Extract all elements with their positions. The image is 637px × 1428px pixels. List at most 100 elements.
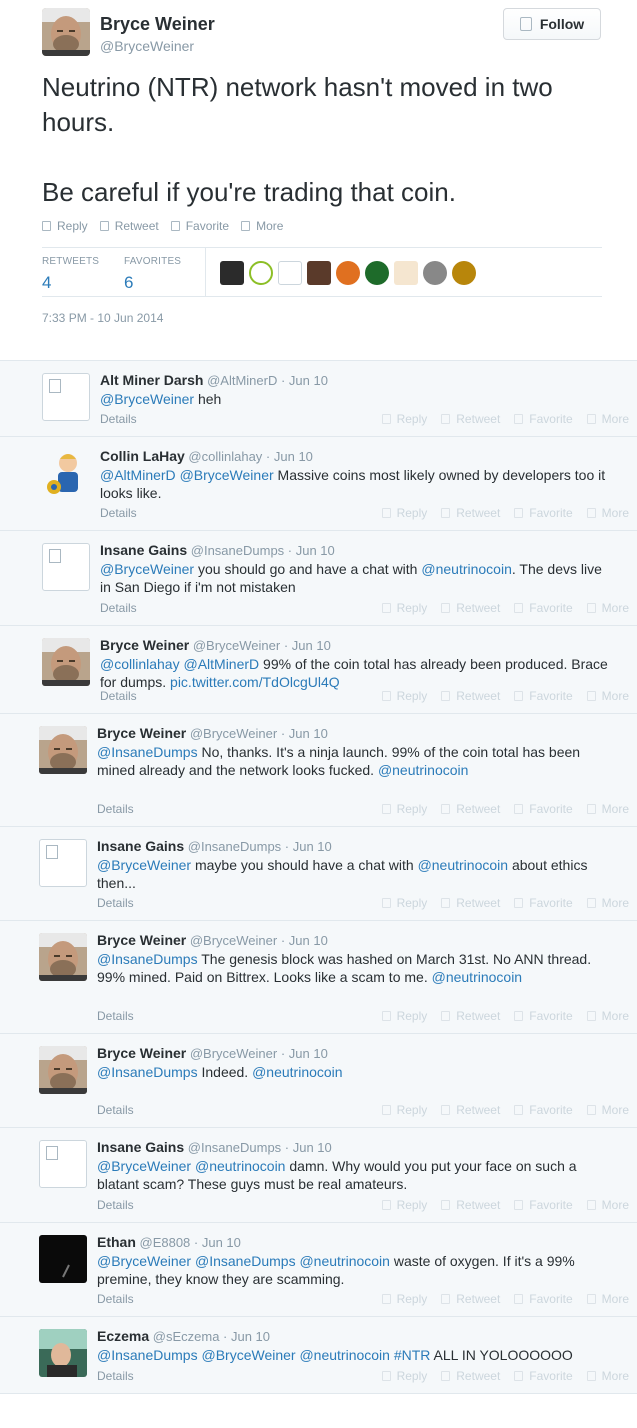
more-button[interactable]: More xyxy=(586,1103,629,1117)
reply-tweet[interactable]: Insane Gains @InsaneDumps · Jun 10 @Bryce… xyxy=(0,1128,637,1223)
mention-link[interactable]: @BryceWeiner xyxy=(201,1347,295,1363)
reply-date[interactable]: Jun 10 xyxy=(274,449,313,464)
reply-avatar[interactable] xyxy=(39,1140,87,1188)
reply-author-handle[interactable]: @BryceWeiner · xyxy=(186,1046,289,1061)
retweet-button[interactable]: Retweet xyxy=(441,1369,500,1383)
favoriter-avatar[interactable] xyxy=(278,261,302,285)
more-button[interactable]: More xyxy=(586,412,629,426)
reply-button[interactable]: Reply xyxy=(381,1009,427,1023)
favoriter-avatar[interactable] xyxy=(336,261,360,285)
mention-link[interactable]: @BryceWeiner xyxy=(100,391,194,407)
details-link[interactable]: Details xyxy=(100,689,137,703)
more-button[interactable]: More xyxy=(586,689,629,703)
reply-button[interactable]: Reply xyxy=(381,1292,427,1306)
reply-tweet[interactable]: Collin LaHay @collinlahay · Jun 10 @AltMi… xyxy=(0,437,637,531)
reply-date[interactable]: Jun 10 xyxy=(289,1046,328,1061)
more-button[interactable]: More xyxy=(586,1369,629,1383)
retweets-stat[interactable]: RETWEETS 4 xyxy=(42,256,99,293)
reply-author-name[interactable]: Insane Gains xyxy=(100,542,187,558)
mention-link[interactable]: @InsaneDumps xyxy=(195,1253,296,1269)
favorite-button[interactable]: Favorite xyxy=(514,1103,573,1117)
mention-link[interactable]: @neutrinocoin xyxy=(195,1158,286,1174)
mention-link[interactable]: @BryceWeiner xyxy=(100,561,194,577)
favorite-button[interactable]: Favorite xyxy=(514,1009,573,1023)
favoriter-avatar[interactable] xyxy=(423,261,447,285)
reply-author-handle[interactable]: @InsaneDumps · xyxy=(184,839,293,854)
mention-link[interactable]: @BryceWeiner xyxy=(180,467,274,483)
reply-author-handle[interactable]: @BryceWeiner · xyxy=(186,726,289,741)
more-button[interactable]: More xyxy=(586,802,629,816)
reply-avatar[interactable] xyxy=(42,638,90,686)
reply-date[interactable]: Jun 10 xyxy=(289,933,328,948)
mention-link[interactable]: @neutrinocoin xyxy=(418,857,509,873)
favoriter-avatar[interactable] xyxy=(220,261,244,285)
mention-link[interactable]: @BryceWeiner xyxy=(97,1253,191,1269)
reply-button[interactable]: Reply xyxy=(381,601,427,615)
reply-tweet[interactable]: Bryce Weiner @BryceWeiner · Jun 10 @Insan… xyxy=(0,1034,637,1128)
mention-link[interactable]: @InsaneDumps xyxy=(97,744,198,760)
reply-author-name[interactable]: Bryce Weiner xyxy=(97,932,186,948)
mention-link[interactable]: @neutrinocoin xyxy=(421,561,512,577)
reply-tweet[interactable]: Insane Gains @InsaneDumps · Jun 10 @Bryce… xyxy=(0,531,637,626)
reply-button[interactable]: Reply xyxy=(381,1103,427,1117)
reply-button[interactable]: Reply xyxy=(381,689,427,703)
favorite-button[interactable]: Favorite xyxy=(514,412,573,426)
mention-link[interactable]: @InsaneDumps xyxy=(97,951,198,967)
mention-link[interactable]: @BryceWeiner xyxy=(97,857,191,873)
reply-avatar[interactable] xyxy=(39,1329,87,1377)
favorite-button[interactable]: Favorite xyxy=(514,601,573,615)
favorites-stat[interactable]: FAVORITES 6 xyxy=(124,256,181,293)
author-name[interactable]: Bryce Weiner xyxy=(100,14,215,35)
details-link[interactable]: Details xyxy=(97,802,134,816)
reply-avatar[interactable] xyxy=(39,1046,87,1094)
favorite-button[interactable]: Favorite xyxy=(514,1198,573,1212)
mention-link[interactable]: @neutrinocoin xyxy=(299,1347,390,1363)
mention-link[interactable]: @neutrinocoin xyxy=(252,1064,343,1080)
details-link[interactable]: Details xyxy=(100,506,137,520)
reply-date[interactable]: Jun 10 xyxy=(202,1235,241,1250)
reply-author-name[interactable]: Bryce Weiner xyxy=(97,725,186,741)
favorite-button[interactable]: Favorite xyxy=(514,506,573,520)
reply-date[interactable]: Jun 10 xyxy=(293,839,332,854)
more-button[interactable]: More xyxy=(586,1198,629,1212)
more-button[interactable]: More xyxy=(586,601,629,615)
favoriter-avatar[interactable] xyxy=(452,261,476,285)
reply-date[interactable]: Jun 10 xyxy=(293,1140,332,1155)
details-link[interactable]: Details xyxy=(100,412,137,426)
reply-author-handle[interactable]: @InsaneDumps · xyxy=(184,1140,293,1155)
details-link[interactable]: Details xyxy=(100,601,137,615)
retweet-button[interactable]: Retweet xyxy=(99,219,159,233)
reply-date[interactable]: Jun 10 xyxy=(292,638,331,653)
reply-tweet[interactable]: Eczema @sEczema · Jun 10 @InsaneDumps @Br… xyxy=(0,1317,637,1394)
reply-tweet[interactable]: Bryce Weiner @BryceWeiner · Jun 10 @colli… xyxy=(0,626,637,714)
reply-author-handle[interactable]: @BryceWeiner · xyxy=(186,933,289,948)
retweet-button[interactable]: Retweet xyxy=(441,1198,500,1212)
reply-avatar[interactable] xyxy=(39,1235,87,1283)
more-button[interactable]: More xyxy=(586,506,629,520)
reply-author-handle[interactable]: @InsaneDumps · xyxy=(187,543,296,558)
reply-tweet[interactable]: Bryce Weiner @BryceWeiner · Jun 10 @Insan… xyxy=(0,714,637,827)
details-link[interactable]: Details xyxy=(97,1369,134,1383)
retweet-button[interactable]: Retweet xyxy=(441,689,500,703)
reply-author-name[interactable]: Alt Miner Darsh xyxy=(100,372,203,388)
reply-tweet[interactable]: Ethan @E8808 · Jun 10 @BryceWeiner @Insan… xyxy=(0,1223,637,1317)
favorite-button[interactable]: Favorite xyxy=(514,1369,573,1383)
reply-date[interactable]: Jun 10 xyxy=(296,543,335,558)
favorite-button[interactable]: Favorite xyxy=(170,219,229,233)
mention-link[interactable]: pic.twitter.com/TdOlcgUl4Q xyxy=(170,674,340,690)
favoriter-avatar[interactable] xyxy=(394,261,418,285)
favorite-button[interactable]: Favorite xyxy=(514,896,573,910)
reply-author-handle[interactable]: @E8808 · xyxy=(136,1235,202,1250)
tweet-timestamp[interactable]: 7:33 PM - 10 Jun 2014 xyxy=(42,311,163,325)
reply-button[interactable]: Reply xyxy=(381,802,427,816)
more-button[interactable]: More xyxy=(586,1009,629,1023)
retweet-button[interactable]: Retweet xyxy=(441,1103,500,1117)
more-button[interactable]: More xyxy=(241,219,283,233)
reply-button[interactable]: Reply xyxy=(42,219,88,233)
mention-link[interactable]: @InsaneDumps xyxy=(97,1064,198,1080)
mention-link[interactable]: @neutrinocoin xyxy=(378,762,469,778)
mention-link[interactable]: @neutrinocoin xyxy=(299,1253,390,1269)
reply-button[interactable]: Reply xyxy=(381,1198,427,1212)
favorite-button[interactable]: Favorite xyxy=(514,802,573,816)
favoriter-avatar[interactable] xyxy=(307,261,331,285)
